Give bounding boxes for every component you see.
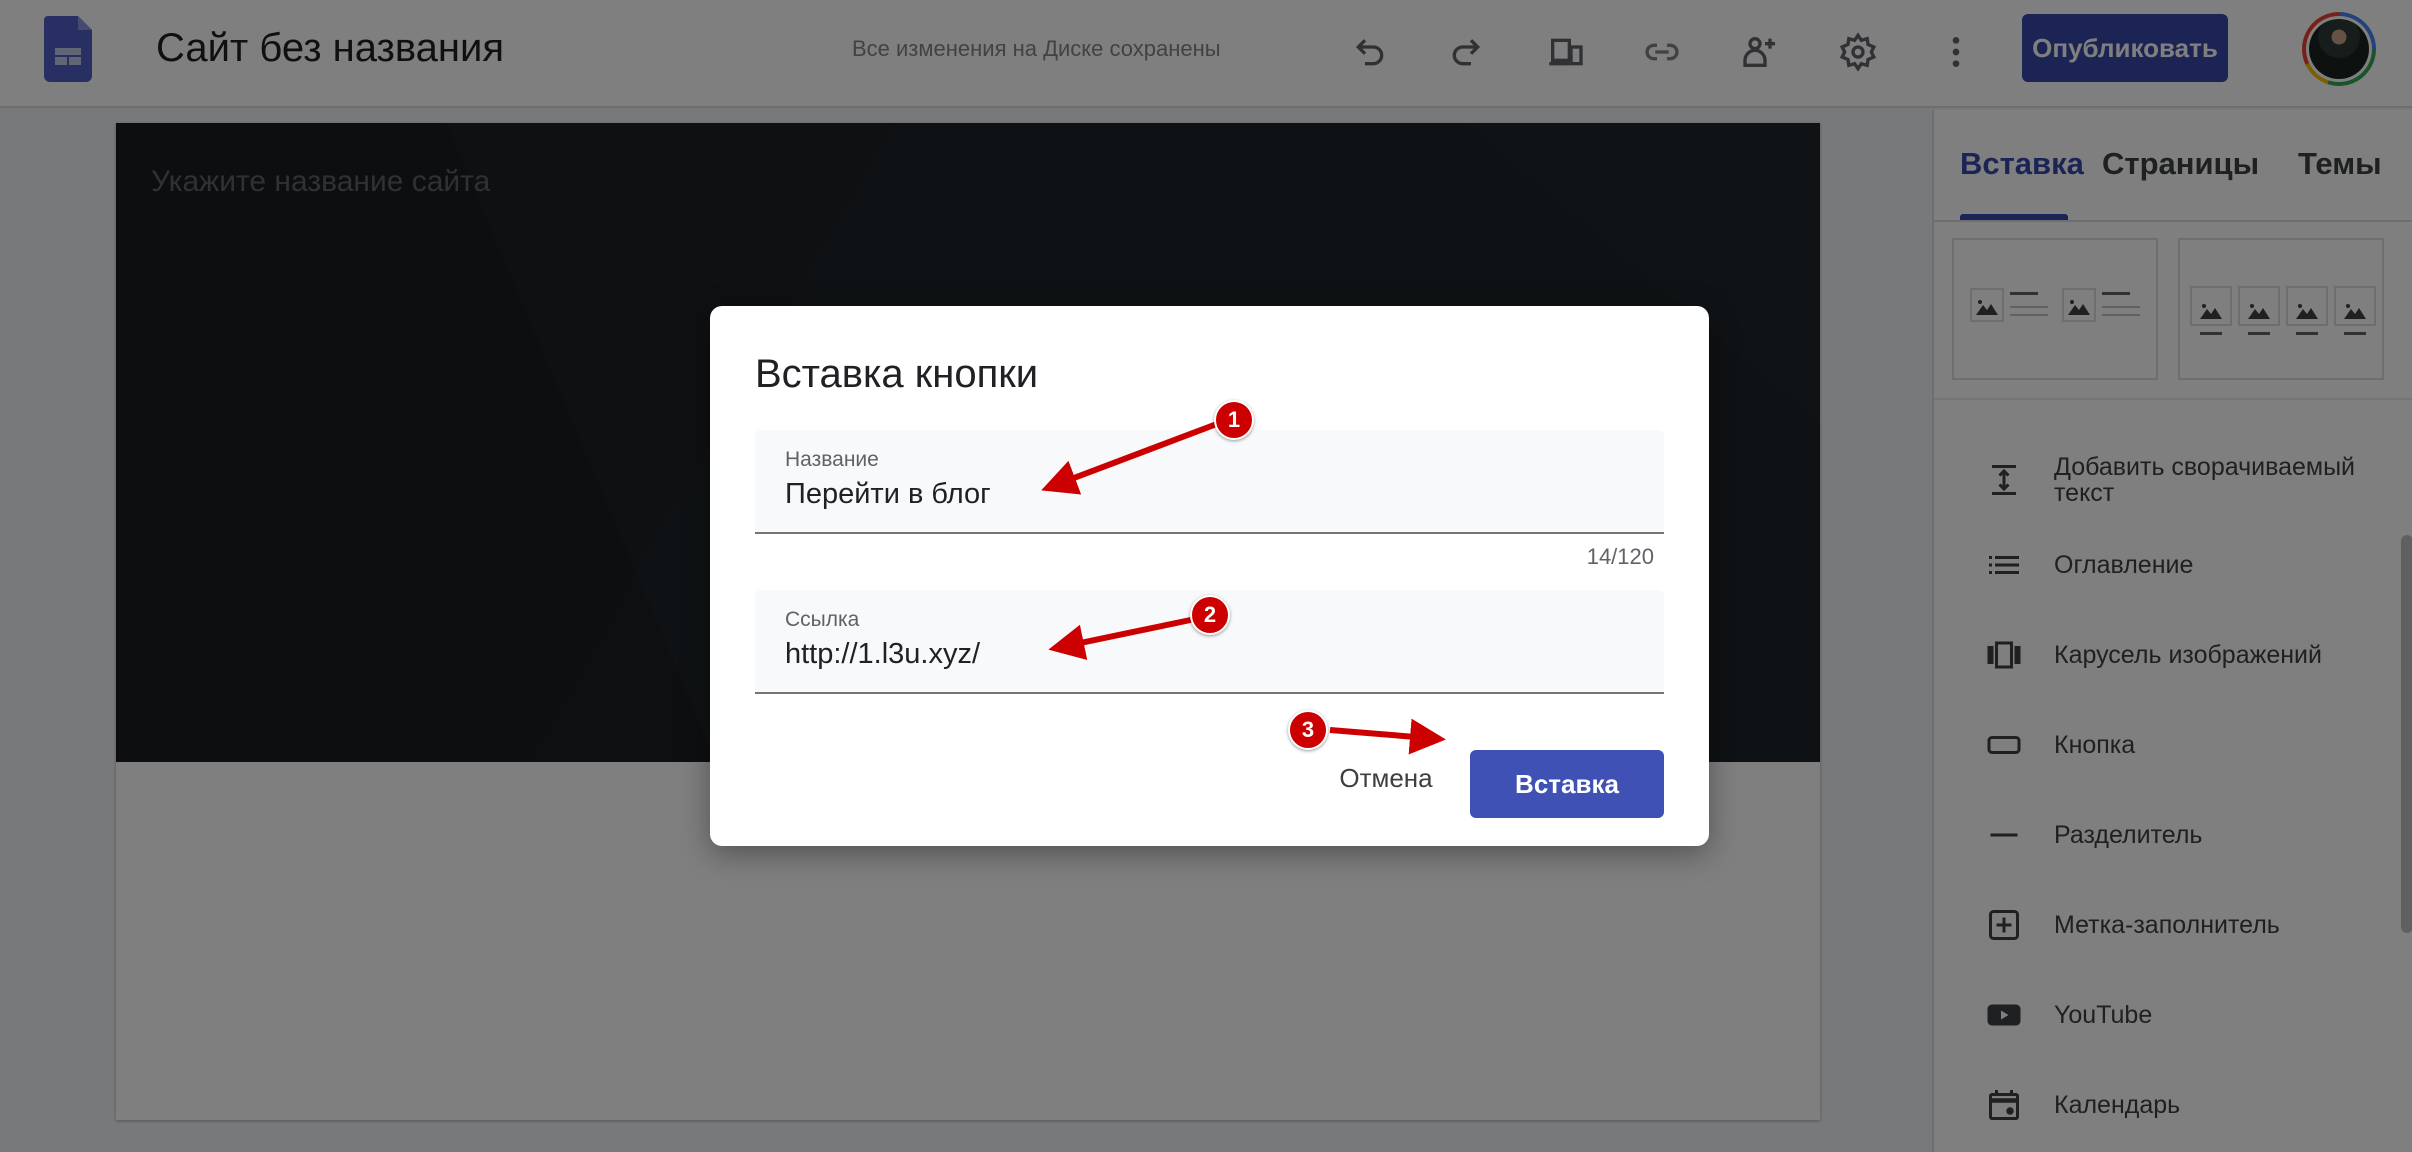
link-field-label: Ссылка [785,608,860,631]
cancel-button[interactable]: Отмена [1326,750,1446,806]
dialog-title: Вставка кнопки [755,352,1039,396]
name-input[interactable] [785,478,1635,511]
insert-button-dialog: Вставка кнопки Название 14/120 Ссылка От… [710,306,1709,846]
name-field[interactable]: Название [755,430,1664,534]
annotation-badge: 1 [1214,400,1254,440]
annotation-badge: 3 [1288,710,1328,750]
insert-button[interactable]: Вставка [1470,750,1664,818]
link-input[interactable] [785,638,1635,671]
annotation-badge: 2 [1190,595,1230,635]
character-counter: 14/120 [1586,544,1654,569]
google-sites-editor: Сайт без названия Все изменения на Диске… [0,0,2412,1152]
name-field-label: Название [785,448,879,471]
